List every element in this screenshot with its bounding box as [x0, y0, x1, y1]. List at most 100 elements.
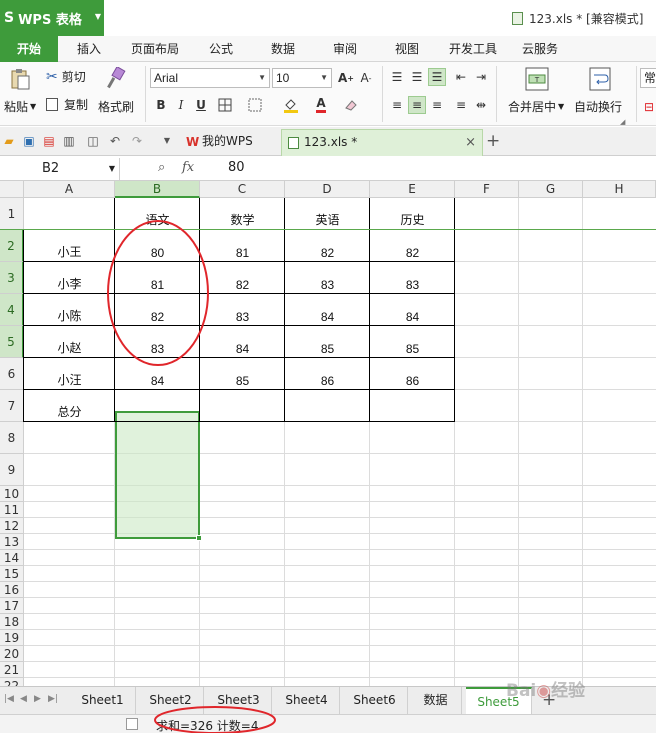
align-right-icon[interactable]: ≡: [428, 96, 446, 114]
row-header[interactable]: 3: [0, 262, 24, 294]
table-cell[interactable]: 80: [115, 230, 200, 261]
format-painter-icon[interactable]: [104, 66, 128, 90]
table-cell[interactable]: 86: [285, 358, 370, 389]
print-icon[interactable]: ▥: [62, 134, 76, 148]
tab-document[interactable]: 123.xls * ×: [281, 129, 483, 156]
table-cell[interactable]: 84: [285, 294, 370, 325]
justify-icon[interactable]: ≡: [452, 96, 470, 114]
table-cell[interactable]: 83: [115, 326, 200, 357]
table-cell[interactable]: 82: [370, 230, 455, 261]
font-size-select[interactable]: 10 ▼: [272, 68, 332, 88]
table-cell[interactable]: 83: [285, 262, 370, 293]
align-left-icon[interactable]: ≡: [388, 96, 406, 114]
tab-view[interactable]: 视图: [382, 36, 432, 62]
table-cell[interactable]: 83: [370, 262, 455, 293]
tab-developer[interactable]: 开发工具: [440, 36, 506, 62]
first-sheet-icon[interactable]: |◀: [4, 694, 14, 704]
row-header[interactable]: 13: [0, 534, 24, 550]
font-name-select[interactable]: Arial ▼: [150, 68, 270, 88]
align-center-icon[interactable]: ≡: [408, 96, 426, 114]
row-header[interactable]: 12: [0, 518, 24, 534]
table-cell[interactable]: 小王: [24, 230, 115, 261]
table-cell[interactable]: 英语: [285, 198, 370, 229]
export-pdf-icon[interactable]: ▤: [42, 134, 56, 148]
tab-data[interactable]: 数据: [258, 36, 308, 62]
column-header-a[interactable]: A: [24, 181, 115, 198]
undo-icon[interactable]: ↶: [108, 134, 122, 148]
table-cell[interactable]: [285, 390, 370, 421]
table-cell[interactable]: 81: [115, 262, 200, 293]
align-top-icon[interactable]: ☰: [388, 68, 406, 86]
formula-input[interactable]: 80: [228, 160, 245, 175]
wrap-text-button[interactable]: 自动换行: [574, 98, 622, 115]
table-cell[interactable]: [24, 198, 115, 229]
table-cell[interactable]: [200, 390, 285, 421]
indent-decrease-icon[interactable]: ⇤: [452, 68, 470, 86]
tab-formulas[interactable]: 公式: [196, 36, 246, 62]
table-cell[interactable]: 小汪: [24, 358, 115, 389]
table-cell[interactable]: 84: [200, 326, 285, 357]
row-header[interactable]: 20: [0, 646, 24, 662]
save-icon[interactable]: ▣: [22, 134, 36, 148]
table-cell[interactable]: 82: [285, 230, 370, 261]
row-header[interactable]: 16: [0, 582, 24, 598]
tab-cloud[interactable]: 云服务: [512, 36, 568, 62]
currency-icon[interactable]: ⊟: [640, 98, 656, 116]
row-header[interactable]: 4: [0, 294, 24, 326]
row-header[interactable]: 22: [0, 678, 24, 686]
font-color-icon[interactable]: A: [312, 96, 330, 114]
sheet-tab-data[interactable]: 数据: [410, 687, 462, 714]
column-header-b[interactable]: B: [115, 181, 200, 198]
redo-icon[interactable]: ↷: [130, 134, 144, 148]
next-sheet-icon[interactable]: ▶: [34, 694, 41, 704]
print-preview-icon[interactable]: ◫: [86, 134, 100, 148]
app-menu-button[interactable]: S WPS 表格 ▼: [0, 0, 104, 36]
paste-icon[interactable]: [6, 68, 34, 90]
number-format-select[interactable]: 常: [640, 68, 656, 88]
close-icon[interactable]: ×: [465, 130, 476, 155]
table-cell[interactable]: 总分: [24, 390, 115, 421]
table-cell[interactable]: 84: [115, 358, 200, 389]
fx-icon[interactable]: fx: [182, 160, 194, 175]
last-sheet-icon[interactable]: ▶|: [48, 694, 58, 704]
merge-center-button[interactable]: 合并居中 ▼: [508, 98, 564, 115]
table-cell[interactable]: 85: [285, 326, 370, 357]
italic-icon[interactable]: I: [172, 96, 190, 114]
row-header[interactable]: 18: [0, 614, 24, 630]
copy-button[interactable]: 复制: [46, 96, 88, 113]
fill-handle[interactable]: [196, 535, 202, 541]
row-header[interactable]: 10: [0, 486, 24, 502]
table-cell[interactable]: 语文: [115, 198, 200, 229]
row-header[interactable]: 9: [0, 454, 24, 486]
zoom-search-icon[interactable]: ⌕: [158, 160, 165, 175]
paste-button[interactable]: 粘贴 ▼: [4, 98, 36, 115]
column-header-f[interactable]: F: [455, 181, 519, 198]
row-header[interactable]: 1: [0, 198, 24, 230]
align-bottom-icon[interactable]: ☰: [428, 68, 446, 86]
sheet-tab-sheet1[interactable]: Sheet1: [70, 687, 136, 714]
row-header[interactable]: 7: [0, 390, 24, 422]
bold-icon[interactable]: B: [152, 96, 170, 114]
cell-style-icon[interactable]: [246, 96, 264, 114]
column-header-h[interactable]: H: [583, 181, 656, 198]
tab-my-wps[interactable]: W 我的WPS: [180, 129, 280, 156]
new-tab-icon[interactable]: +: [486, 131, 500, 151]
distributed-icon[interactable]: ⇹: [472, 96, 490, 114]
table-cell[interactable]: 数学: [200, 198, 285, 229]
merge-center-icon[interactable]: T: [524, 66, 550, 92]
row-header[interactable]: 2: [0, 230, 24, 262]
sheet-tab-sheet4[interactable]: Sheet4: [274, 687, 340, 714]
wrap-text-icon[interactable]: [588, 66, 612, 92]
select-all-corner[interactable]: [0, 181, 24, 198]
selected-range[interactable]: [115, 411, 200, 539]
format-painter-button[interactable]: 格式刷: [98, 98, 134, 115]
decrease-font-icon[interactable]: A-: [357, 69, 375, 87]
align-middle-icon[interactable]: ☰: [408, 68, 426, 86]
fill-color-icon[interactable]: [282, 96, 300, 114]
table-cell[interactable]: [115, 390, 200, 421]
table-cell[interactable]: 83: [200, 294, 285, 325]
tab-insert[interactable]: 插入: [62, 36, 116, 62]
clear-format-icon[interactable]: [342, 96, 360, 114]
column-header-e[interactable]: E: [370, 181, 455, 198]
table-cell[interactable]: 82: [200, 262, 285, 293]
